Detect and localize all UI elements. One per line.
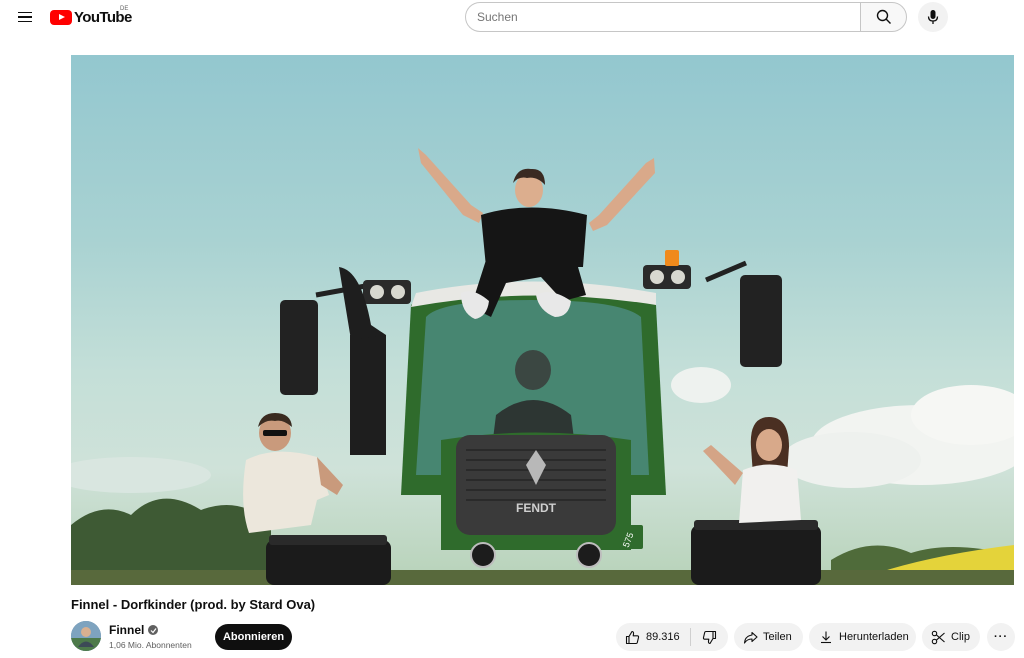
search-box (465, 2, 907, 32)
subscriber-count: 1,06 Mio. Abonnenten (109, 640, 192, 650)
search-icon (876, 9, 891, 24)
video-player[interactable]: FENDT 575 (71, 55, 1014, 585)
like-button[interactable]: 89.316 (616, 623, 690, 651)
voice-search-button[interactable] (918, 2, 948, 32)
subscribe-button[interactable]: Abonnieren (215, 624, 292, 650)
share-button[interactable]: Teilen (734, 623, 803, 651)
video-title: Finnel - Dorfkinder (prod. by Stard Ova) (71, 597, 316, 612)
clip-label: Clip (951, 631, 970, 643)
download-label: Herunterladen (839, 631, 909, 643)
download-button[interactable]: Herunterladen (809, 623, 916, 651)
search-input[interactable] (465, 2, 860, 32)
scissors-icon (931, 630, 945, 644)
thumbs-up-icon (625, 630, 640, 644)
channel-name: Finnel (109, 623, 145, 637)
more-icon: ··· (994, 631, 1008, 643)
youtube-logo-icon (50, 9, 72, 25)
share-icon (743, 631, 758, 644)
clip-button[interactable]: Clip (922, 623, 980, 651)
country-code: DE (120, 6, 129, 12)
menu-icon[interactable] (12, 4, 38, 30)
dislike-button[interactable] (691, 623, 728, 651)
more-actions-button[interactable]: ··· (987, 623, 1015, 651)
verified-icon (148, 625, 159, 635)
channel-name-link[interactable]: Finnel (109, 623, 159, 637)
download-icon (821, 631, 831, 644)
mic-icon (927, 10, 939, 24)
tractor-brand: FENDT (516, 501, 557, 515)
avatar[interactable] (71, 621, 101, 651)
channel-avatar-image (71, 621, 101, 651)
thumbs-down-icon (702, 630, 717, 644)
search-button[interactable] (860, 2, 907, 32)
share-label: Teilen (763, 631, 792, 643)
like-count: 89.316 (646, 631, 680, 643)
like-dislike-group: 89.316 (616, 623, 728, 651)
masthead: YouTube DE (0, 0, 1024, 34)
video-frame: FENDT 575 (71, 148, 1014, 585)
